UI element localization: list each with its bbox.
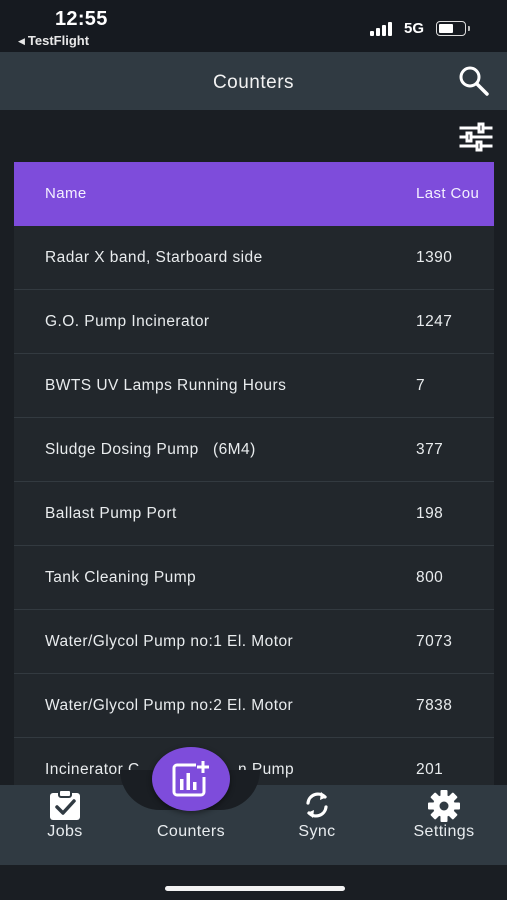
- add-counter-button[interactable]: [152, 747, 230, 811]
- table-row[interactable]: Water/Glycol Pump no:1 El. Motor 7073: [14, 610, 494, 674]
- counter-value: 7: [416, 377, 426, 394]
- back-app-label: TestFlight: [27, 33, 90, 48]
- column-header-last-count[interactable]: Last Cou: [416, 185, 479, 202]
- nav-item-jobs[interactable]: Jobs: [30, 785, 100, 865]
- table-row[interactable]: Ballast Pump Port 198: [14, 482, 494, 546]
- counter-value: 1247: [416, 313, 453, 330]
- battery-icon: [436, 21, 470, 36]
- counters-table: Name Last Cou Radar X band, Starboard si…: [14, 162, 494, 785]
- search-button[interactable]: [456, 64, 494, 98]
- counter-name: Sludge Dosing Pump (6M4): [45, 441, 256, 458]
- table-row[interactable]: Radar X band, Starboard side 1390: [14, 226, 494, 290]
- page-title: Counters: [212, 72, 295, 93]
- app-bar: Counters: [0, 52, 507, 110]
- counter-value: 201: [416, 761, 444, 778]
- counter-name: Radar X band, Starboard side: [45, 249, 263, 266]
- counter-value: 198: [416, 505, 444, 522]
- back-triangle-icon: ◀: [18, 36, 25, 46]
- counter-value: 377: [416, 441, 444, 458]
- back-to-app-link[interactable]: ◀ TestFlight: [18, 33, 89, 48]
- home-area: [0, 865, 507, 900]
- counter-name: Water/Glycol Pump no:2 El. Motor: [45, 697, 294, 714]
- counter-name: BWTS UV Lamps Running Hours: [45, 377, 287, 394]
- counter-name: Tank Cleaning Pump: [45, 569, 197, 586]
- nav-item-sync[interactable]: Sync: [282, 785, 352, 865]
- signal-strength-icon: [370, 22, 396, 36]
- sliders-icon: [459, 122, 493, 152]
- sync-icon: [306, 792, 328, 818]
- nav-label: Jobs: [47, 823, 83, 840]
- chart-add-icon: [172, 761, 209, 797]
- clipboard-check-icon: [50, 789, 80, 820]
- status-time: 12:55: [55, 8, 108, 30]
- counter-name: G.O. Pump Incinerator: [45, 313, 210, 330]
- network-type: 5G: [404, 20, 425, 37]
- counter-name: Water/Glycol Pump no:1 El. Motor: [45, 633, 294, 650]
- table-header: Name Last Cou: [14, 162, 494, 226]
- nav-label: Sync: [298, 823, 336, 840]
- filter-button[interactable]: [458, 122, 494, 152]
- nav-label: Settings: [413, 823, 475, 840]
- table-row[interactable]: Sludge Dosing Pump (6M4) 377: [14, 418, 494, 482]
- table-row[interactable]: BWTS UV Lamps Running Hours 7: [14, 354, 494, 418]
- nav-item-settings[interactable]: Settings: [400, 785, 488, 865]
- search-icon: [459, 66, 489, 96]
- table-row[interactable]: Water/Glycol Pump no:2 El. Motor 7838: [14, 674, 494, 738]
- counter-value: 800: [416, 569, 444, 586]
- gear-icon: [428, 790, 460, 822]
- nav-label: Counters: [156, 823, 226, 840]
- home-indicator[interactable]: [165, 886, 345, 891]
- status-bar: 12:55 ◀ TestFlight 5G: [0, 0, 507, 52]
- table-row[interactable]: G.O. Pump Incinerator 1247: [14, 290, 494, 354]
- counter-value: 7838: [416, 697, 453, 714]
- counter-value: 7073: [416, 633, 453, 650]
- bottom-navigation: Jobs Counters Sync Settings: [0, 785, 507, 865]
- counter-name: Ballast Pump Port: [45, 505, 177, 522]
- counter-value: 1390: [416, 249, 453, 266]
- table-row[interactable]: Tank Cleaning Pump 800: [14, 546, 494, 610]
- counters-content[interactable]: Name Last Cou Radar X band, Starboard si…: [0, 110, 507, 785]
- column-header-name[interactable]: Name: [45, 185, 87, 202]
